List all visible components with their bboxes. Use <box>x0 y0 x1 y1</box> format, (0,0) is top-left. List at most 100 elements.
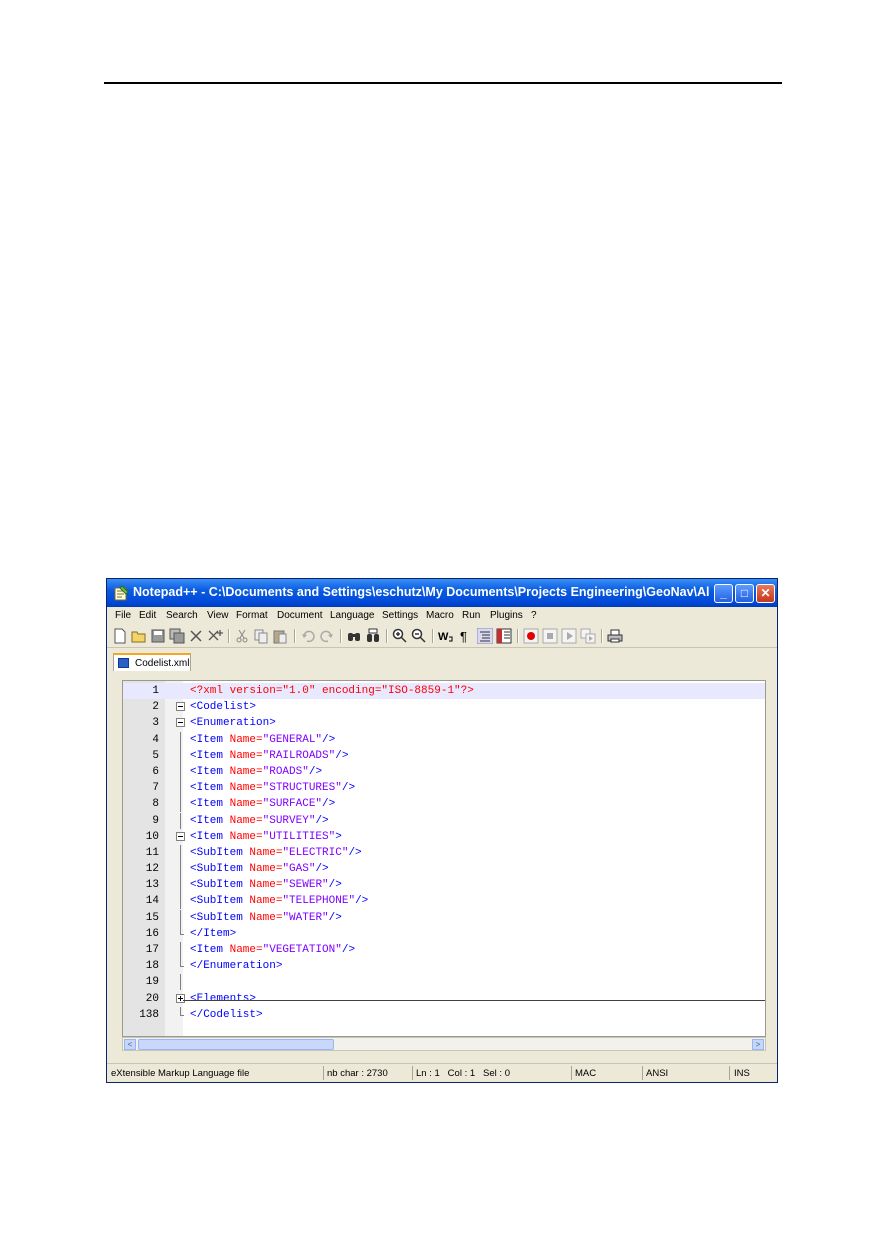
code-line[interactable]: 7 <Item Name="STRUCTURES"/> <box>123 780 765 797</box>
fold-collapse-icon[interactable] <box>176 829 185 845</box>
play-macro-icon[interactable] <box>561 628 577 644</box>
indent-guide-icon[interactable] <box>477 628 493 644</box>
save-all-icon[interactable] <box>169 628 185 644</box>
code-line[interactable]: 11 <SubItem Name="ELECTRIC"/> <box>123 844 765 861</box>
show-all-chars-icon[interactable]: ¶ <box>457 628 473 644</box>
menu-edit[interactable]: Edit <box>139 610 156 621</box>
menu-file[interactable]: File <box>115 610 131 621</box>
xml-tag-close: /> <box>308 765 323 778</box>
stop-macro-icon[interactable] <box>542 628 558 644</box>
record-macro-icon[interactable] <box>523 628 539 644</box>
run-macro-multiple-icon[interactable] <box>580 628 596 644</box>
print-icon[interactable] <box>607 628 623 644</box>
view-panel-icon[interactable] <box>496 628 512 644</box>
save-icon[interactable] <box>150 628 166 644</box>
close-icon[interactable] <box>188 628 204 644</box>
xml-attribute-name: Name= <box>229 765 263 778</box>
find-icon[interactable] <box>346 628 362 644</box>
word-wrap-icon[interactable]: W <box>438 628 454 644</box>
menu-help[interactable]: ? <box>531 610 537 621</box>
line-number: 8 <box>152 798 159 811</box>
svg-text:¶: ¶ <box>460 629 467 644</box>
code-line[interactable]: 16 </Item> <box>123 925 765 942</box>
open-file-icon[interactable] <box>131 628 147 644</box>
code-line[interactable]: 9 <Item Name="SURVEY"/> <box>123 812 765 829</box>
status-file-type: eXtensible Markup Language file <box>111 1068 250 1079</box>
menu-plugins[interactable]: Plugins <box>490 610 523 621</box>
replace-icon[interactable] <box>365 628 381 644</box>
menu-run[interactable]: Run <box>462 610 480 621</box>
code-text: <Codelist> <box>190 699 256 715</box>
code-line[interactable]: 5 <Item Name="RAILROADS"/> <box>123 747 765 764</box>
menu-view[interactable]: View <box>207 610 229 621</box>
zoom-out-icon[interactable] <box>411 628 427 644</box>
menu-settings[interactable]: Settings <box>382 610 418 621</box>
fold-collapse-icon[interactable] <box>176 699 185 715</box>
close-all-icon[interactable] <box>207 628 223 644</box>
undo-icon[interactable] <box>300 628 316 644</box>
scroll-left-button[interactable]: < <box>124 1039 136 1050</box>
fold-collapse-icon[interactable] <box>176 715 185 731</box>
xml-tag-name: <SubItem <box>190 863 250 876</box>
fold-guide-line <box>176 780 185 797</box>
xml-tag: </Codelist> <box>190 1008 263 1021</box>
code-line[interactable]: 8 <Item Name="SURFACE"/> <box>123 796 765 813</box>
copy-icon[interactable] <box>253 628 269 644</box>
code-line[interactable]: 3 <Enumeration> <box>123 715 765 731</box>
maximize-button[interactable]: □ <box>735 584 754 603</box>
xml-attribute-value: "ELECTRIC" <box>282 846 349 859</box>
toolbar-separator <box>432 629 434 643</box>
code-editor[interactable]: 1 <?xml version="1.0" encoding="ISO-8859-… <box>122 680 766 1037</box>
window-title: Notepad++ - C:\Documents and Settings\es… <box>133 585 709 599</box>
code-line[interactable]: 12 <SubItem Name="GAS"/> <box>123 861 765 878</box>
code-line[interactable]: 15 <SubItem Name="WATER"/> <box>123 909 765 926</box>
notepad-window: Notepad++ - C:\Documents and Settings\es… <box>106 578 778 1083</box>
xml-tag-close: /> <box>341 782 356 795</box>
scroll-right-button[interactable]: > <box>752 1039 764 1050</box>
code-line[interactable]: 20 <Elements> <box>123 991 765 1007</box>
code-line[interactable]: 19 <box>123 974 765 991</box>
toolbar-separator <box>228 629 230 643</box>
code-line[interactable]: 2 <Codelist> <box>123 699 765 715</box>
scroll-thumb[interactable] <box>138 1039 334 1050</box>
code-line[interactable]: 1 <?xml version="1.0" encoding="ISO-8859-… <box>123 683 765 700</box>
folded-block-marker-line <box>183 1000 765 1001</box>
code-line[interactable]: 17 <Item Name="VEGETATION"/> <box>123 942 765 958</box>
tab-codelist-xml[interactable]: Codelist.xml <box>113 653 191 671</box>
code-line[interactable]: 13 <SubItem Name="SEWER"/> <box>123 877 765 894</box>
xml-attribute-name: Name= <box>229 782 263 795</box>
menu-format[interactable]: Format <box>236 610 268 621</box>
xml-tag-close: /> <box>322 798 336 811</box>
status-char-count: nb char : 2730 <box>327 1068 388 1079</box>
xml-attribute-name: Name= <box>249 863 283 876</box>
zoom-in-icon[interactable] <box>392 628 408 644</box>
cut-icon[interactable] <box>234 628 250 644</box>
page-header-rule <box>104 82 782 84</box>
horizontal-scrollbar[interactable]: < > <box>122 1037 766 1051</box>
title-bar[interactable]: Notepad++ - C:\Documents and Settings\es… <box>107 579 777 607</box>
status-divider <box>729 1066 730 1080</box>
code-line[interactable]: 6 <Item Name="ROADS"/> <box>123 763 765 780</box>
close-button[interactable]: ✕ <box>756 584 775 603</box>
line-number: 12 <box>145 863 159 876</box>
menu-macro[interactable]: Macro <box>426 610 454 621</box>
code-line[interactable]: 14 <SubItem Name="TELEPHONE"/> <box>123 893 765 910</box>
xml-tag-name: <Item <box>190 944 230 956</box>
code-text: <SubItem Name="GAS"/> <box>190 861 329 877</box>
line-number: 16 <box>145 927 159 940</box>
menu-language[interactable]: Language <box>330 610 375 621</box>
minimize-button[interactable]: _ <box>714 584 733 603</box>
code-line[interactable]: 4 <Item Name="GENERAL"/> <box>123 731 765 748</box>
menu-bar: File Edit Search View Format Document La… <box>107 607 777 625</box>
redo-icon[interactable] <box>319 628 335 644</box>
paste-icon[interactable] <box>272 628 288 644</box>
xml-attribute-name: Name= <box>229 749 263 762</box>
code-line[interactable]: 18 </Enumeration> <box>123 958 765 974</box>
fold-expand-icon[interactable] <box>176 991 185 1007</box>
menu-search[interactable]: Search <box>166 610 198 621</box>
xml-attribute-name: Name= <box>249 846 283 859</box>
menu-document[interactable]: Document <box>277 610 323 621</box>
new-file-icon[interactable] <box>112 628 128 644</box>
code-line[interactable]: 138 </Codelist> <box>123 1006 765 1023</box>
code-line[interactable]: 10 <Item Name="UTILITIES"> <box>123 829 765 845</box>
